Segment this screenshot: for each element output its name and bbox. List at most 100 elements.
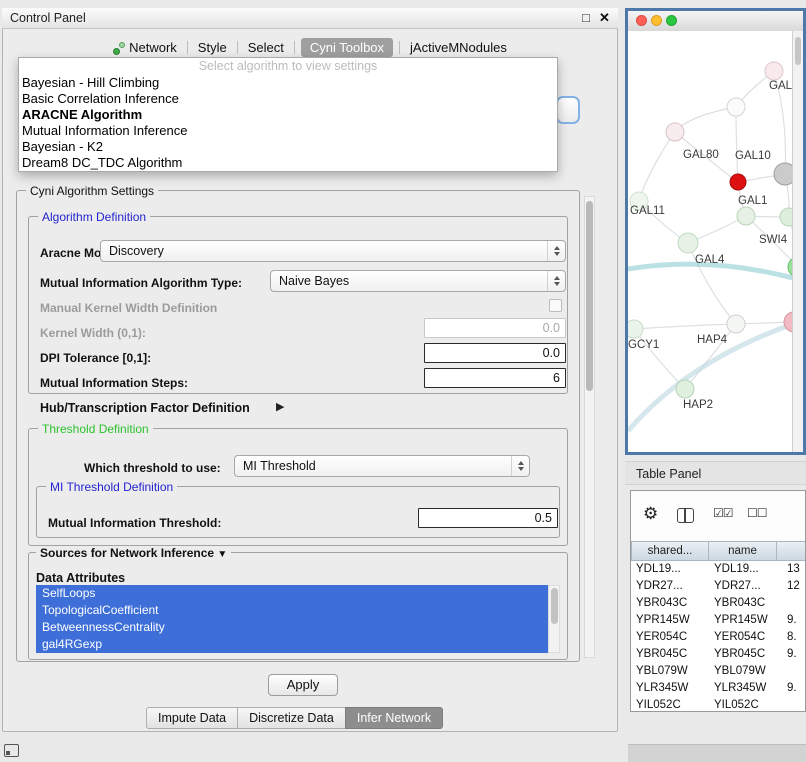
cell bbox=[777, 595, 806, 612]
cell: YBR043C bbox=[709, 595, 777, 612]
network-node[interactable] bbox=[727, 98, 745, 116]
network-canvas[interactable]: GAL GAL80 GAL10 GAL11 GAL1 SWI4 GAL4 GCY… bbox=[628, 31, 793, 452]
attribute-item-selected[interactable]: SelfLoops bbox=[36, 585, 548, 602]
cell: YER054C bbox=[631, 629, 709, 646]
network-node[interactable] bbox=[676, 380, 694, 398]
cell: YDR27... bbox=[709, 578, 777, 595]
sources-collapse-arrow-icon[interactable]: ▼ bbox=[217, 549, 227, 560]
dropdown-item[interactable]: Bayesian - K2 bbox=[19, 139, 557, 155]
columns-icon[interactable] bbox=[677, 508, 694, 523]
cell: YBR043C bbox=[631, 595, 709, 612]
control-panel-tabbar: Network Style Select Cyni Toolbox jActiv… bbox=[2, 36, 618, 59]
table-row[interactable]: YBR043C YBR043C bbox=[631, 595, 805, 612]
table-row[interactable]: YBR045C YBR045C 9. bbox=[631, 646, 805, 663]
tab-style[interactable]: Style bbox=[194, 38, 231, 57]
attribute-item-selected[interactable]: gal4RGexp bbox=[36, 636, 548, 653]
tab-impute-data[interactable]: Impute Data bbox=[146, 707, 238, 729]
window-close-button[interactable] bbox=[636, 15, 647, 26]
table-row[interactable]: YDR27... YDR27... 12 bbox=[631, 578, 805, 595]
dropdown-item[interactable]: Basic Correlation Inference bbox=[19, 91, 557, 107]
aracne-mode-combobox[interactable]: Discovery bbox=[100, 240, 566, 262]
table-row[interactable]: YIL052C YIL052C bbox=[631, 697, 805, 712]
network-node-label: HAP4 bbox=[697, 334, 727, 346]
mi-type-combobox[interactable]: Naive Bayes bbox=[270, 270, 566, 292]
gear-icon[interactable]: ⚙ bbox=[643, 504, 658, 524]
cell: YBR045C bbox=[709, 646, 777, 663]
mi-threshold-group-title: MI Threshold Definition bbox=[46, 480, 177, 494]
table-row[interactable]: YLR345W YLR345W 9. bbox=[631, 680, 805, 697]
network-node[interactable] bbox=[730, 174, 746, 190]
deselect-all-icon[interactable]: ☐☐ bbox=[747, 506, 767, 520]
settings-scrollbar-thumb[interactable] bbox=[586, 201, 593, 391]
settings-scrollbar[interactable] bbox=[584, 196, 595, 658]
table-row[interactable]: YPR145W YPR145W 9. bbox=[631, 612, 805, 629]
network-scrollbar[interactable] bbox=[792, 31, 803, 452]
algorithm-definition-title: Algorithm Definition bbox=[38, 210, 150, 224]
data-attributes-label: Data Attributes bbox=[36, 571, 125, 585]
apply-button[interactable]: Apply bbox=[268, 674, 338, 696]
attribute-list-scrollbar-thumb[interactable] bbox=[551, 588, 558, 624]
network-node[interactable] bbox=[774, 163, 793, 185]
mi-steps-input[interactable] bbox=[424, 368, 566, 388]
table-row[interactable]: YBL079W YBL079W bbox=[631, 663, 805, 680]
mi-steps-label: Mutual Information Steps: bbox=[40, 376, 188, 390]
dropdown-item-selected[interactable]: ARACNE Algorithm bbox=[19, 107, 557, 123]
window-minimize-button[interactable] bbox=[651, 15, 662, 26]
cell: YBL079W bbox=[709, 663, 777, 680]
network-node[interactable] bbox=[678, 233, 698, 253]
column-header-name[interactable]: name bbox=[709, 541, 777, 561]
mi-threshold-input[interactable] bbox=[418, 508, 558, 528]
window-zoom-button[interactable] bbox=[666, 15, 677, 26]
hub-expand-arrow-icon[interactable]: ▶ bbox=[276, 400, 284, 413]
attribute-item-selected[interactable]: BetweennessCentrality bbox=[36, 619, 548, 636]
cell: YIL052C bbox=[631, 697, 709, 712]
dpi-tolerance-input[interactable] bbox=[424, 343, 566, 363]
control-panel-titlebar bbox=[2, 8, 618, 29]
tab-jactivemodules-label: jActiveMNodules bbox=[410, 40, 507, 55]
cell: YBL079W bbox=[631, 663, 709, 680]
column-header-shared-name[interactable]: shared... bbox=[631, 541, 709, 561]
network-node[interactable] bbox=[765, 62, 783, 80]
cell: 9. bbox=[777, 680, 806, 697]
tab-cyni-toolbox-label: Cyni Toolbox bbox=[310, 40, 384, 55]
float-panel-icon[interactable]: □ bbox=[582, 10, 590, 25]
tab-separator bbox=[399, 41, 400, 54]
tab-discretize-data[interactable]: Discretize Data bbox=[237, 707, 346, 729]
table-row[interactable]: YDL19... YDL19... 13 bbox=[631, 561, 805, 578]
column-header-extra[interactable] bbox=[777, 541, 806, 561]
cell: YPR145W bbox=[631, 612, 709, 629]
which-threshold-label: Which threshold to use: bbox=[84, 461, 221, 475]
network-node-label: GAL bbox=[769, 80, 792, 92]
close-panel-icon[interactable]: ✕ bbox=[599, 10, 610, 26]
tab-select[interactable]: Select bbox=[244, 38, 288, 57]
table-row[interactable]: YER054C YER054C 8. bbox=[631, 629, 805, 646]
network-node[interactable] bbox=[727, 315, 745, 333]
dropdown-item[interactable]: Bayesian - Hill Climbing bbox=[19, 75, 557, 91]
tab-infer-network[interactable]: Infer Network bbox=[345, 707, 443, 729]
dropdown-item[interactable]: Mutual Information Inference bbox=[19, 123, 557, 139]
tab-jactivemodules[interactable]: jActiveMNodules bbox=[406, 38, 511, 57]
select-all-icon[interactable]: ☑☑ bbox=[713, 506, 733, 520]
network-node[interactable] bbox=[628, 320, 643, 338]
tab-separator bbox=[237, 41, 238, 54]
sources-group-title[interactable]: Sources for Network Inference ▼ bbox=[36, 546, 231, 560]
application-root: Control Panel □ ✕ Network Style Select C… bbox=[0, 0, 806, 762]
network-node[interactable] bbox=[737, 207, 755, 225]
tab-network[interactable]: Network bbox=[109, 38, 181, 57]
attribute-list-scrollbar[interactable] bbox=[548, 585, 560, 653]
which-threshold-combobox[interactable]: MI Threshold bbox=[234, 455, 530, 477]
cell: YBR045C bbox=[631, 646, 709, 663]
restore-panel-icon[interactable] bbox=[4, 744, 19, 757]
algorithm-combobox-fragment[interactable] bbox=[556, 96, 580, 124]
dropdown-item[interactable]: Dream8 DC_TDC Algorithm bbox=[19, 155, 557, 171]
cell: YDL19... bbox=[631, 561, 709, 578]
table-panel-window: ⚙ ☑☑ ☐☐ shared... name YDL19... YDL19...… bbox=[630, 490, 806, 712]
network-node[interactable] bbox=[666, 123, 684, 141]
network-scrollbar-thumb[interactable] bbox=[795, 37, 801, 65]
tab-cyni-toolbox[interactable]: Cyni Toolbox bbox=[301, 38, 393, 57]
attribute-item-selected[interactable]: TopologicalCoefficient bbox=[36, 602, 548, 619]
hub-definition-label[interactable]: Hub/Transcription Factor Definition bbox=[40, 401, 250, 415]
cell: YDL19... bbox=[709, 561, 777, 578]
algorithm-dropdown-placeholder: Select algorithm to view settings bbox=[19, 58, 557, 75]
table-header-row: shared... name bbox=[631, 541, 805, 561]
